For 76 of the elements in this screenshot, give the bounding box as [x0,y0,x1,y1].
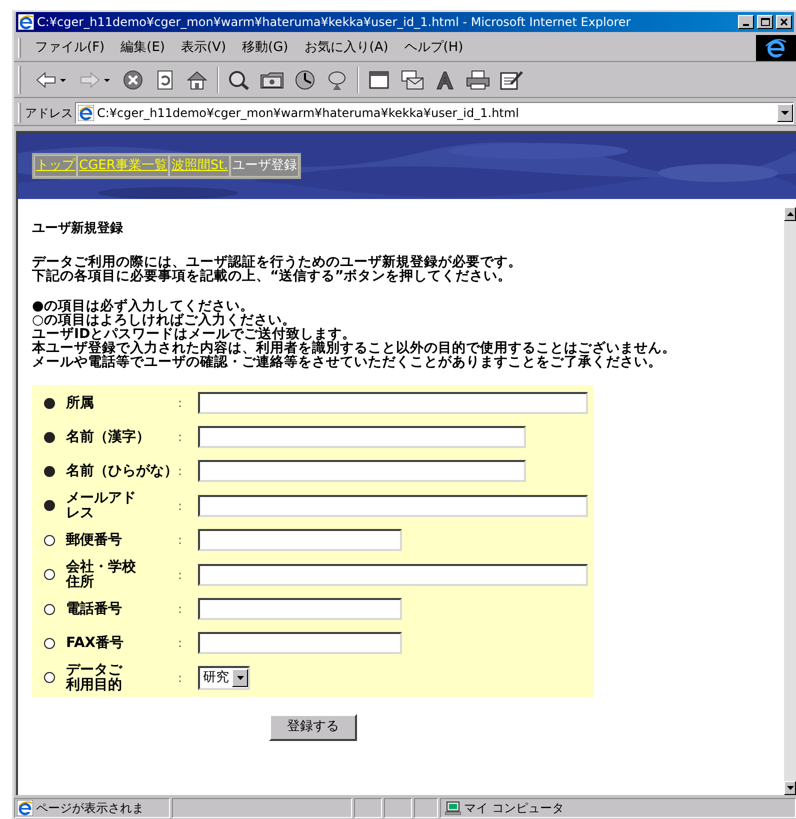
paragraph-line: データご利用の際には、ユーザ認証を行うためのユーザ新規登録が必要です。 [32,254,523,268]
window-title: C:¥cger_h11demo¥cger_mon¥warm¥hateruma¥kekka¥user_id_1.html - Microsoft Internet Explorer [37,14,632,31]
colon: : [178,532,184,549]
status-panel [354,798,382,818]
browser-icon [18,14,34,30]
input-field[interactable] [198,494,588,516]
input-field[interactable] [198,529,402,551]
notepad-icon [499,70,525,90]
paragraph-line: 下記の各項目に必要事項を記載の上、“送信する”ボタンを押してください。 [32,268,512,282]
field-label: 会社・学校住所 [66,560,137,590]
address-label: アドレス [25,104,73,122]
menu-item[interactable]: ヘルプ(H) [396,38,472,58]
colon: : [178,566,184,584]
close-icon [779,17,789,27]
stop-icon [121,70,145,90]
paragraph-line: ユーザIDとパスワードはメールでご送付致します。 [32,326,358,340]
menu-item[interactable]: ファイル(F) [27,38,113,58]
colon: : [178,670,184,686]
input-field[interactable] [198,392,588,414]
computer-icon [445,801,461,815]
input-field[interactable] [198,598,402,620]
dropdown-button[interactable] [777,104,793,122]
printer-icon [465,70,491,90]
maximize-icon [760,17,770,27]
colon: : [178,601,184,618]
scroll-up-icon [786,212,794,216]
field-label: 郵便番号 [66,532,123,548]
input-field[interactable] [198,632,402,654]
status-text: ページが表示されま [36,800,144,817]
paragraph-line: 本ユーザ登録で入力された内容は、利用者を識別すること以外の目的で使用することはございません。 [32,340,677,354]
colon: : [178,635,184,652]
field-label: 所属 [66,396,95,410]
field-label: 電話番号 [66,602,123,616]
input-field[interactable] [198,460,526,482]
address-field[interactable]: C:¥cger_h11demo¥cger_mon¥warm¥hateruma¥kekka¥user_id_1.html [75,102,794,124]
house-icon [185,70,209,90]
scrollbar[interactable] [784,207,796,795]
colon: : [178,429,184,446]
colon: : [178,498,184,514]
folder-icon [259,70,285,90]
submit-button[interactable]: 登録する [269,714,357,740]
field-label: メールアドレス [66,490,137,520]
menu-item[interactable]: 表示(V) [172,38,234,58]
minimize-button[interactable] [738,15,754,29]
colon: : [178,463,184,480]
menu-item[interactable]: お気に入り(A) [296,38,396,58]
zone-text: マイ コンピュータ [464,800,564,817]
menu-item[interactable]: 編集(E) [112,38,173,58]
status-panel [414,798,438,818]
caret-icon [236,676,244,680]
close-button[interactable] [776,15,792,29]
paragraph-line: ○の項目はよろしければご入力ください。 [32,312,296,326]
caret-icon [781,110,789,114]
minimize-icon [743,24,749,26]
status-panel [384,798,412,818]
colon: : [178,395,184,412]
window-icon [367,70,391,90]
scroll-down-icon [786,786,794,790]
field-label: 名前（漢字） [66,430,151,444]
page-heading: ユーザ新規登録 [32,220,124,238]
paragraph-line: メールや電話等でユーザの確認・ご連絡等をさせていただくことがありますことをご了承ください。 [32,354,663,368]
field-label: FAX番号 [66,636,125,650]
input-field[interactable] [198,426,526,448]
paragraph-line: ●の項目は必ず入力してください。 [32,298,255,312]
e-logo-icon [765,38,787,58]
input-field[interactable] [198,564,588,586]
search-icon [227,70,251,90]
field-label: データご利用目的 [66,662,124,692]
page-icon [17,800,33,816]
menu-item[interactable]: 移動(G) [234,38,296,58]
maximize-button[interactable] [757,15,773,29]
select-field[interactable]: 研究 [198,666,250,690]
clock-icon [293,70,317,90]
envelope-icon [399,70,425,90]
page-icon [78,104,94,120]
field-label: 名前（ひらがな） [66,464,178,478]
